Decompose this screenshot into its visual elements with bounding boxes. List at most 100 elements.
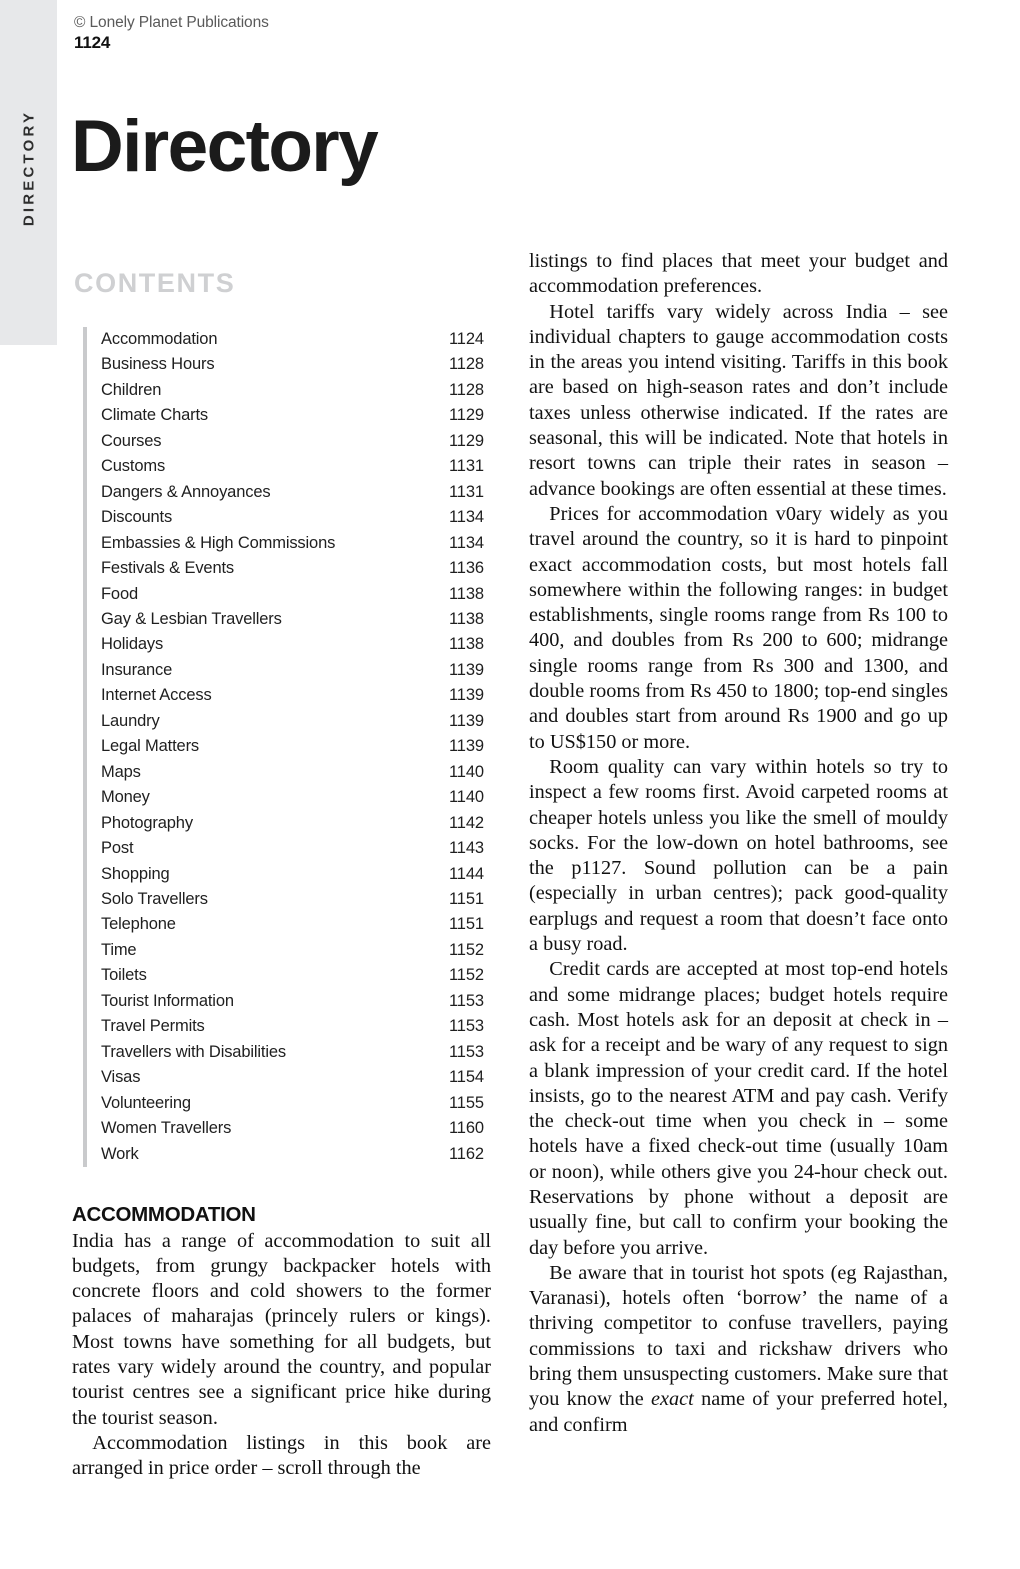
contents-entry-page: 1153 — [449, 1042, 484, 1061]
contents-entry-page: 1144 — [449, 864, 484, 883]
contents-entry-page: 1151 — [449, 915, 484, 934]
contents-entry[interactable]: Food 1138 — [101, 582, 495, 607]
contents-entry[interactable]: Climate Charts 1129 — [101, 403, 495, 428]
chapter-side-tab-label: DIRECTORY — [20, 109, 37, 227]
folio-page-number: 1124 — [74, 32, 111, 52]
contents-entry-label: Customs — [101, 457, 166, 476]
contents-list: Accommodation 1124 Business Hours 1128 Child… — [83, 327, 495, 1167]
contents-entry[interactable]: Solo Travellers 1151 — [101, 887, 495, 912]
contents-entry[interactable]: Laundry 1139 — [101, 709, 495, 734]
contents-entry[interactable]: Travel Permits 1153 — [101, 1014, 495, 1039]
contents-entry-page: 1140 — [449, 762, 484, 781]
contents-entry-label: Food — [101, 584, 139, 603]
contents-entry-label: Money — [101, 788, 150, 807]
contents-entry-page: 1129 — [449, 406, 484, 425]
contents-entry-page: 1139 — [449, 737, 484, 756]
contents-entry-page: 1138 — [449, 609, 484, 628]
contents-entry-page: 1152 — [449, 940, 484, 959]
body-column-right: listings to find places that meet your b… — [529, 249, 948, 1438]
contents-entry[interactable]: Shopping 1144 — [101, 862, 495, 887]
contents-entry[interactable]: Women Travellers 1160 — [101, 1116, 495, 1141]
contents-entry-label: Climate Charts — [101, 406, 209, 425]
contents-entry-label: Festivals & Events — [101, 559, 235, 578]
contents-entry[interactable]: Business Hours 1128 — [101, 352, 495, 377]
contents-entry[interactable]: Telephone 1151 — [101, 912, 495, 937]
contents-entry-label: Dangers & Annoyances — [101, 482, 271, 501]
contents-entry[interactable]: Maps 1140 — [101, 760, 495, 785]
document-page: DIRECTORY © Lonely Planet Publications 1… — [0, 0, 1020, 1569]
paragraph: Hotel tariffs vary widely across India –… — [529, 300, 948, 500]
contents-entry[interactable]: Gay & Lesbian Travellers 1138 — [101, 607, 495, 632]
contents-entry[interactable]: Insurance 1139 — [101, 658, 495, 683]
contents-entry-page: 1140 — [449, 788, 484, 807]
contents-entry-label: Travel Permits — [101, 1017, 205, 1036]
contents-entry[interactable]: Customs 1131 — [101, 454, 495, 479]
contents-entry-label: Time — [101, 940, 137, 959]
contents-entry-page: 1128 — [449, 355, 484, 374]
contents-entry-label: Work — [101, 1144, 139, 1163]
contents-entry-label: Business Hours — [101, 355, 215, 374]
contents-entry-label: Discounts — [101, 508, 173, 527]
contents-entry-label: Children — [101, 380, 162, 399]
contents-entry-label: Laundry — [101, 711, 160, 730]
paragraph: Prices for accommodation v0ary widely as… — [529, 502, 948, 753]
contents-entry[interactable]: Volunteering 1155 — [101, 1091, 495, 1116]
page-title: Directory — [71, 106, 379, 187]
contents-entry-page: 1151 — [449, 889, 484, 908]
contents-entry-page: 1136 — [449, 559, 484, 578]
contents-entry-label: Post — [101, 839, 134, 858]
contents-entry-page: 1155 — [449, 1093, 484, 1112]
contents-entry[interactable]: Tourist Information 1153 — [101, 989, 495, 1014]
contents-entry[interactable]: Embassies & High Commissions 1134 — [101, 531, 495, 556]
contents-entry[interactable]: Photography 1142 — [101, 811, 495, 836]
paragraph: Room quality can vary within hotels so t… — [529, 755, 948, 956]
contents-entry[interactable]: Travellers with Disabilities 1153 — [101, 1040, 495, 1065]
contents-entry-label: Insurance — [101, 660, 173, 679]
contents-entry-label: Visas — [101, 1068, 141, 1087]
contents-entry-page: 1143 — [449, 839, 484, 858]
contents-entry[interactable]: Courses 1129 — [101, 429, 495, 454]
contents-entry-page: 1131 — [449, 457, 484, 476]
contents-entry[interactable]: Time 1152 — [101, 938, 495, 963]
contents-entry-page: 1142 — [449, 813, 484, 832]
contents-entry-page: 1138 — [449, 635, 484, 654]
contents-entry[interactable]: Accommodation 1124 — [101, 327, 495, 352]
contents-entry[interactable]: Legal Matters 1139 — [101, 734, 495, 759]
paragraph: Credit cards are accepted at most top-en… — [529, 958, 948, 1259]
contents-entry[interactable]: Dangers & Annoyances 1131 — [101, 480, 495, 505]
contents-entry-page: 1139 — [449, 660, 484, 679]
contents-entry[interactable]: Festivals & Events 1136 — [101, 556, 495, 581]
contents-entry[interactable]: Holidays 1138 — [101, 632, 495, 657]
contents-entry-page: 1139 — [449, 686, 484, 705]
contents-entry-page: 1162 — [449, 1144, 484, 1163]
contents-entry-page: 1152 — [449, 966, 484, 985]
contents-entry-page: 1153 — [449, 1017, 484, 1036]
contents-entry-page: 1129 — [449, 431, 484, 450]
contents-entry[interactable]: Post 1143 — [101, 836, 495, 861]
contents-entry-label: Volunteering — [101, 1093, 191, 1112]
contents-entry[interactable]: Visas 1154 — [101, 1065, 495, 1090]
contents-entry-page: 1128 — [449, 380, 484, 399]
contents-entry-label: Women Travellers — [101, 1119, 232, 1138]
contents-entry-label: Travellers with Disabilities — [101, 1042, 286, 1061]
contents-entry[interactable]: Children 1128 — [101, 378, 495, 403]
page-header: © Lonely Planet Publications 1124 — [74, 14, 674, 53]
body-column-left: ACCOMMODATION India has a range of accom… — [72, 1203, 491, 1482]
contents-entry[interactable]: Discounts 1134 — [101, 505, 495, 530]
contents-entry-label: Tourist Information — [101, 991, 234, 1010]
contents-entry[interactable]: Money 1140 — [101, 785, 495, 810]
chapter-side-tab: DIRECTORY — [0, 0, 57, 345]
contents-entry-label: Maps — [101, 762, 141, 781]
contents-entry[interactable]: Toilets 1152 — [101, 963, 495, 988]
paragraph-with-emphasis: Be aware that in tourist hot spots (eg R… — [529, 1261, 948, 1438]
contents-entry-page: 1138 — [449, 584, 484, 603]
contents-entry-label: Gay & Lesbian Travellers — [101, 609, 282, 628]
contents-entry-page: 1139 — [449, 711, 484, 730]
contents-entry-page: 1160 — [449, 1119, 484, 1138]
contents-entry-label: Accommodation — [101, 330, 218, 348]
contents-entry-page: 1153 — [449, 991, 484, 1010]
contents-entry[interactable]: Internet Access 1139 — [101, 683, 495, 708]
emphasis-text: exact — [651, 1388, 694, 1411]
copyright-line: © Lonely Planet Publications — [74, 14, 269, 31]
contents-entry[interactable]: Work 1162 — [101, 1142, 495, 1167]
